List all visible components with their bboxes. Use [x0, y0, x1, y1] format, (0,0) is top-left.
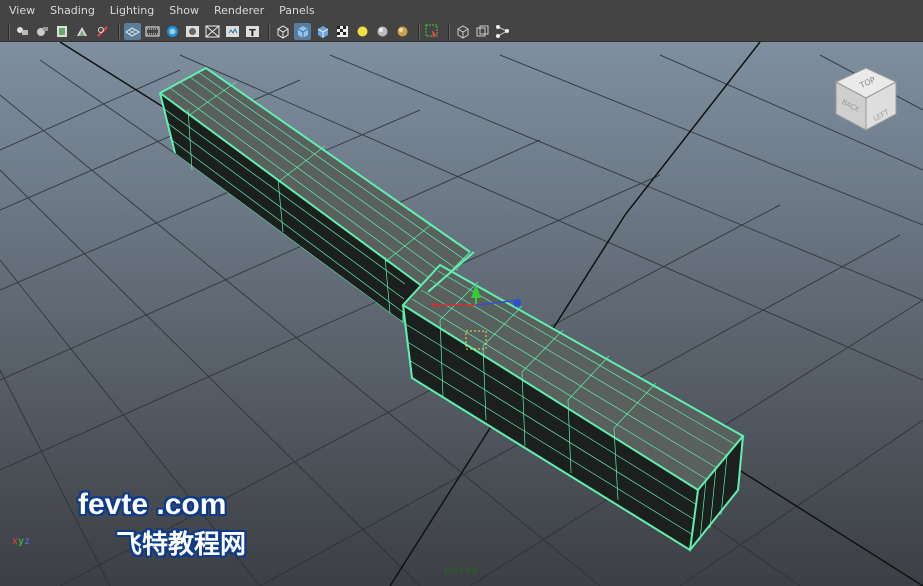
isolate-select-icon[interactable]: [424, 23, 441, 40]
toolbar-separator: [448, 23, 450, 39]
film-gate-icon[interactable]: [144, 23, 161, 40]
safe-title-icon[interactable]: T: [244, 23, 261, 40]
toolbar-separator: [8, 23, 10, 39]
toolbar-separator: [418, 23, 420, 39]
image-plane-icon[interactable]: [54, 23, 71, 40]
perspective-viewport[interactable]: TOP BACK LEFT xyz persp fevte .com 飞特教程网: [0, 42, 923, 586]
grid-icon[interactable]: [124, 22, 141, 40]
watermark-chinese: 飞特教程网: [116, 530, 247, 560]
panel-toolbar: T: [0, 21, 923, 42]
xray-joints-icon[interactable]: [474, 23, 491, 40]
menu-panels[interactable]: Panels: [279, 4, 314, 17]
toolbar-separator: [268, 23, 270, 39]
menu-shading[interactable]: Shading: [50, 4, 95, 17]
menu-renderer[interactable]: Renderer: [214, 4, 264, 17]
world-axis-indicator: xyz: [12, 536, 30, 547]
smooth-shade-icon[interactable]: [294, 22, 311, 40]
menu-show[interactable]: Show: [169, 4, 199, 17]
shadows-icon[interactable]: [374, 23, 391, 40]
2d-pan-zoom-icon[interactable]: [74, 23, 91, 40]
xray-icon[interactable]: [454, 23, 471, 40]
use-all-lights-icon[interactable]: [354, 23, 371, 40]
wireframe-icon[interactable]: [274, 23, 291, 40]
camera-name-label: persp: [444, 565, 480, 576]
axis-z-label: z: [24, 536, 31, 547]
ambient-occlusion-icon[interactable]: [394, 23, 411, 40]
menu-view[interactable]: View: [9, 4, 35, 17]
xray-components-icon[interactable]: [494, 23, 511, 40]
safe-action-icon[interactable]: [224, 23, 241, 40]
bookmark-icon[interactable]: [34, 23, 51, 40]
toolbar-separator: [118, 23, 120, 39]
viewcube[interactable]: TOP BACK LEFT: [828, 60, 906, 138]
watermark-site: fevte .com: [78, 488, 227, 521]
gate-mask-icon[interactable]: [184, 23, 201, 40]
menu-lighting[interactable]: Lighting: [110, 4, 154, 17]
default-material-icon[interactable]: [314, 23, 331, 40]
textured-icon[interactable]: [334, 23, 351, 40]
svg-text:T: T: [249, 28, 256, 39]
grease-pencil-icon[interactable]: [94, 23, 111, 40]
camera-attributes-icon[interactable]: [14, 23, 31, 40]
field-chart-icon[interactable]: [204, 23, 221, 40]
resolution-gate-icon[interactable]: [164, 23, 181, 40]
panel-menu-bar: View Shading Lighting Show Renderer Pane…: [0, 0, 923, 21]
